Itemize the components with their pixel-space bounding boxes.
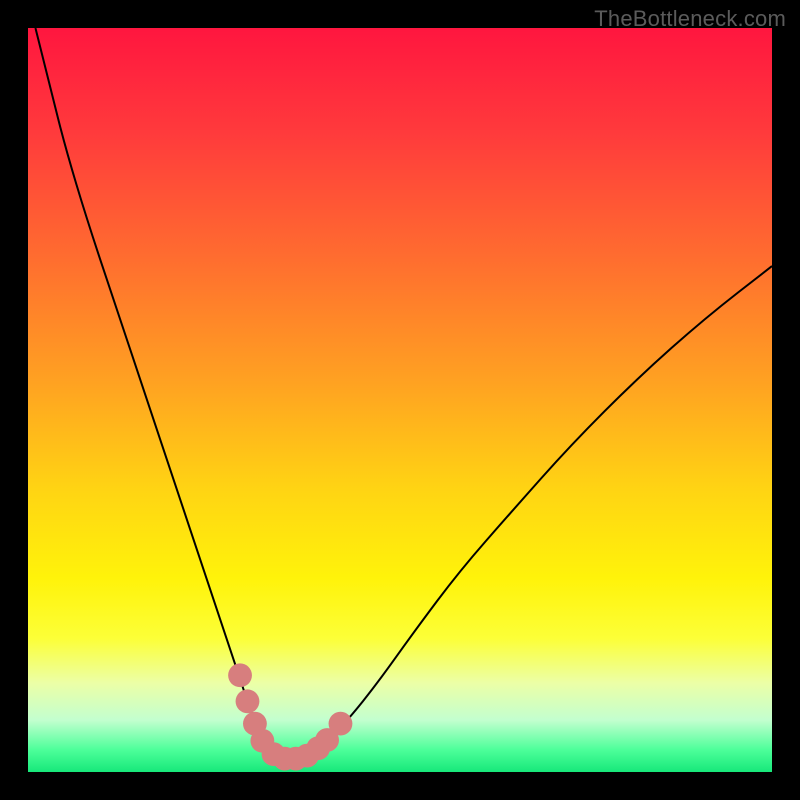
chart-frame: TheBottleneck.com xyxy=(0,0,800,800)
curve-marker xyxy=(236,689,260,713)
curve-marker xyxy=(329,712,353,736)
plot-area xyxy=(28,28,772,772)
bottleneck-curve xyxy=(35,28,772,759)
chart-svg xyxy=(28,28,772,772)
watermark-text: TheBottleneck.com xyxy=(594,6,786,32)
curve-markers xyxy=(228,663,352,770)
curve-marker xyxy=(228,663,252,687)
